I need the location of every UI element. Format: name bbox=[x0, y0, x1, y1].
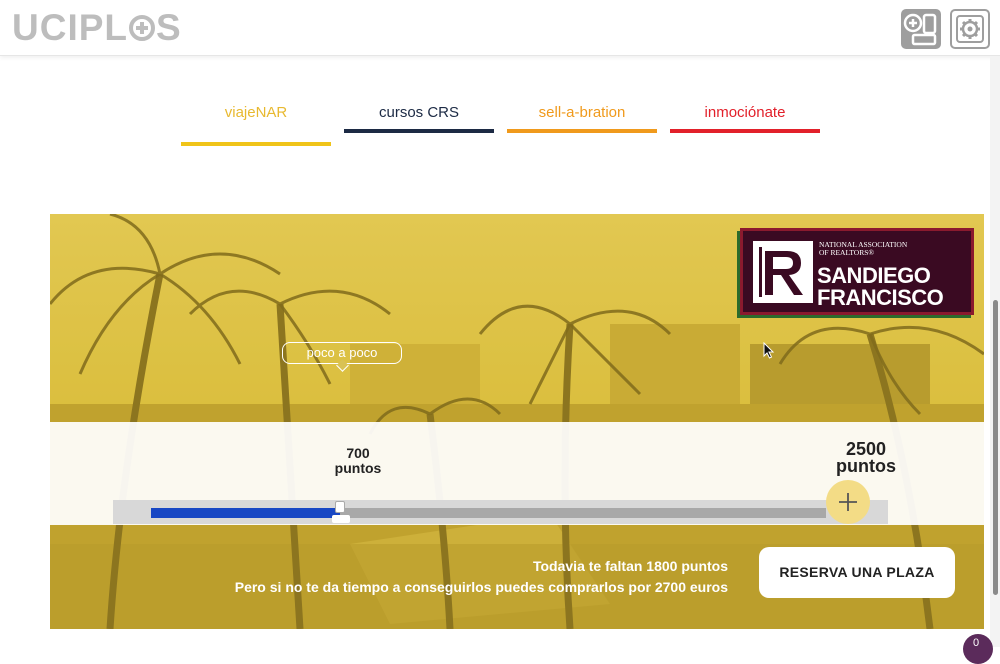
tab-underline bbox=[344, 129, 494, 133]
tab-label: viajeNAR bbox=[224, 104, 288, 121]
tab-label: inmociónate bbox=[704, 104, 786, 121]
tab-inmocionate[interactable]: inmociónate bbox=[670, 96, 820, 136]
progress-track-area bbox=[113, 500, 888, 524]
tab-label: sell-a-bration bbox=[538, 104, 626, 121]
settings-button[interactable] bbox=[950, 9, 990, 49]
logo-text-left: UCIPL bbox=[12, 7, 128, 48]
logo-text-right: S bbox=[156, 7, 182, 48]
add-device-icon bbox=[903, 13, 937, 46]
realtor-r-icon bbox=[753, 241, 813, 303]
scrollbar-thumb[interactable] bbox=[993, 300, 998, 595]
chat-badge-count: 0 bbox=[973, 637, 980, 649]
missing-points-text: Todavia te faltan 1800 puntos bbox=[532, 558, 728, 574]
progress-tooltip: poco a poco bbox=[282, 342, 402, 364]
tab-sell-a-bration[interactable]: sell-a-bration bbox=[507, 96, 657, 136]
city-line-1: SANDIEGO bbox=[817, 263, 931, 288]
tab-label: cursos CRS bbox=[378, 104, 460, 121]
goal-points-label: 2500 puntos bbox=[824, 440, 908, 476]
progress-fill bbox=[151, 508, 340, 518]
tab-cursos-crs[interactable]: cursos CRS bbox=[344, 96, 494, 136]
nar-association-text: NATIONAL ASSOCIATION of REALTORS® bbox=[819, 240, 908, 257]
tab-viajenar[interactable]: viajeNAR bbox=[181, 96, 331, 146]
top-header: UCIPL S bbox=[0, 0, 1000, 56]
current-points-value: 700 bbox=[346, 445, 370, 461]
buy-points-text: Pero si no te da tiempo a conseguirlos p… bbox=[234, 579, 728, 595]
reserve-seat-button[interactable]: RESERVA UNA PLAZA bbox=[759, 547, 955, 598]
nar-city-text: SANDIEGO FRANCISCO bbox=[817, 263, 944, 310]
add-device-button[interactable] bbox=[901, 9, 941, 49]
logo-plus-icon bbox=[129, 15, 155, 41]
mouse-cursor-icon bbox=[763, 342, 775, 359]
plus-icon bbox=[839, 493, 857, 511]
chat-bubble-icon[interactable]: 0 bbox=[963, 634, 993, 664]
add-points-button[interactable] bbox=[826, 480, 870, 524]
uciplus-logo[interactable]: UCIPL S bbox=[12, 7, 182, 48]
settings-gear-icon bbox=[956, 15, 984, 43]
nar-sandiego-logo: NATIONAL ASSOCIATION of REALTORS® SANDIE… bbox=[740, 228, 974, 315]
progress-handle[interactable] bbox=[332, 501, 350, 525]
goal-points-unit: puntos bbox=[836, 456, 896, 476]
tab-underline bbox=[181, 142, 331, 146]
current-points-label: 700 puntos bbox=[332, 446, 384, 476]
progress-track bbox=[151, 501, 826, 523]
tab-underline bbox=[507, 129, 657, 133]
tab-underline bbox=[670, 129, 820, 133]
city-line-2: FRANCISCO bbox=[817, 285, 944, 310]
current-points-unit: puntos bbox=[334, 460, 382, 476]
points-progress-panel: 700 puntos 2500 puntos bbox=[16, 422, 984, 525]
